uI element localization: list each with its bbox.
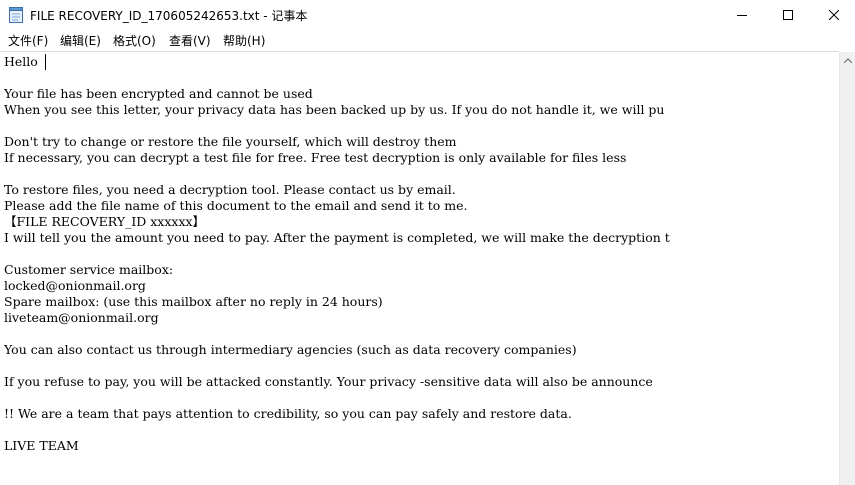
maximize-icon (783, 9, 793, 20)
vertical-scrollbar[interactable] (839, 52, 855, 485)
text-line: If you refuse to pay, you will be attack… (4, 374, 653, 389)
text-line: When you see this letter, your privacy d… (4, 102, 665, 117)
title-bar[interactable]: FILE RECOVERY_ID_170605242653.txt - 记事本 (0, 0, 855, 30)
menu-view[interactable]: 查看(V) (169, 32, 211, 49)
scroll-up-arrow-icon (844, 57, 852, 63)
close-button[interactable] (811, 0, 855, 29)
text-line: I will tell you the amount you need to p… (4, 230, 670, 245)
minimize-button[interactable] (719, 0, 765, 29)
text-line: LIVE TEAM (4, 438, 79, 453)
text-editor[interactable]: Hello Your file has been encrypted and c… (0, 51, 839, 485)
window-title: FILE RECOVERY_ID_170605242653.txt - 记事本 (30, 9, 308, 23)
menu-bar: 文件(F) 编辑(E) 格式(O) 查看(V) 帮助(H) (0, 30, 855, 50)
notepad-icon[interactable] (9, 7, 23, 23)
text-line: Spare mailbox: (use this mailbox after n… (4, 294, 383, 309)
close-icon (829, 9, 839, 20)
menu-edit[interactable]: 编辑(E) (60, 32, 101, 49)
menu-file[interactable]: 文件(F) (8, 32, 48, 49)
text-line: You can also contact us through intermed… (4, 342, 577, 357)
scroll-up-button[interactable] (840, 52, 855, 68)
menu-format[interactable]: 格式(O) (113, 32, 156, 49)
text-line: Please add the file name of this documen… (4, 198, 468, 213)
text-line: To restore files, you need a decryption … (4, 182, 456, 197)
text-line: Hello (4, 54, 38, 69)
text-line: locked@onionmail.org (4, 278, 146, 293)
text-line: Customer service mailbox: (4, 262, 174, 277)
text-line: If necessary, you can decrypt a test fil… (4, 150, 627, 165)
maximize-button[interactable] (765, 0, 811, 29)
text-line: Your file has been encrypted and cannot … (4, 86, 313, 101)
minimize-icon (737, 14, 747, 16)
menu-help[interactable]: 帮助(H) (223, 32, 265, 49)
text-line: Don't try to change or restore the file … (4, 134, 457, 149)
notepad-window: FILE RECOVERY_ID_170605242653.txt - 记事本 … (0, 0, 855, 485)
text-line: 【FILE RECOVERY_ID xxxxxx】 (4, 214, 206, 229)
text-line: !! We are a team that pays attention to … (4, 406, 572, 421)
text-line: liveteam@onionmail.org (4, 310, 159, 325)
text-caret (45, 54, 46, 70)
